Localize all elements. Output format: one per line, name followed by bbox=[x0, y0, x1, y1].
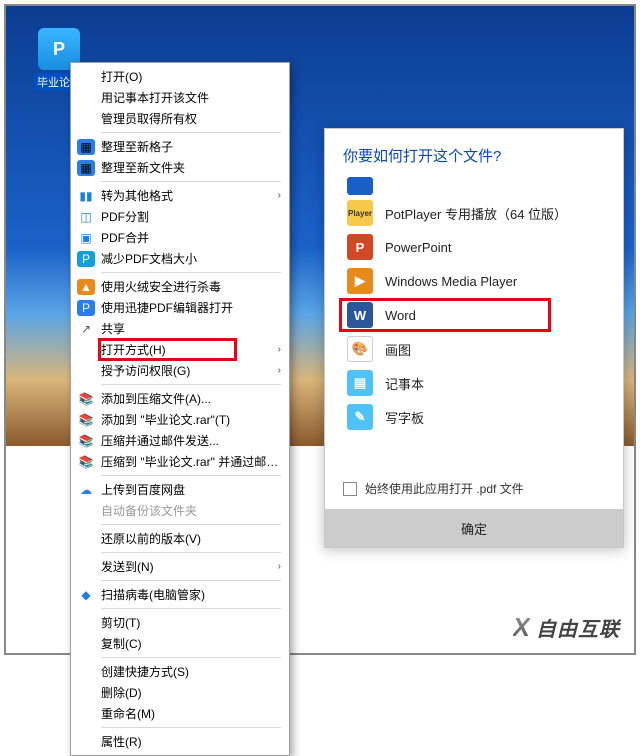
watermark-x-icon: X bbox=[513, 612, 530, 643]
open-with-app-list: Player PotPlayer 专用播放（64 位版） P PowerPoin… bbox=[325, 176, 623, 472]
paint-icon: 🎨 bbox=[347, 336, 373, 362]
grid-icon: ▦ bbox=[77, 139, 95, 155]
winrar-icon: 📚 bbox=[77, 412, 95, 428]
submenu-arrow-icon: › bbox=[278, 190, 281, 201]
context-menu: 打开(O) 用记事本打开该文件 管理员取得所有权 ▦整理至新格子 ▦整理至新文件… bbox=[70, 62, 290, 756]
submenu-arrow-icon: › bbox=[278, 344, 281, 355]
ctx-add-archive[interactable]: 📚添加到压缩文件(A)... bbox=[71, 388, 289, 409]
app-icon bbox=[347, 177, 373, 195]
watermark-text: 自由互联 bbox=[536, 613, 620, 642]
submenu-arrow-icon: › bbox=[278, 561, 281, 572]
potplayer-icon: Player bbox=[347, 200, 373, 226]
ctx-open-with[interactable]: 打开方式(H) › bbox=[71, 339, 289, 360]
ctx-convert[interactable]: ▮▮转为其他格式› bbox=[71, 185, 289, 206]
wordpad-icon: ✎ bbox=[347, 404, 373, 430]
watermark: X 自由互联 bbox=[513, 612, 620, 643]
ctx-organize-grid[interactable]: ▦整理至新格子 bbox=[71, 136, 289, 157]
merge-icon: ▣ bbox=[77, 230, 95, 246]
ctx-rename[interactable]: 重命名(M) bbox=[71, 703, 289, 724]
powerpoint-icon: P bbox=[347, 234, 373, 260]
folder-icon: ▦ bbox=[77, 160, 95, 176]
open-with-app-wmp[interactable]: ▶ Windows Media Player bbox=[343, 264, 611, 298]
open-with-app-word[interactable]: W Word bbox=[343, 298, 611, 332]
winrar-icon: 📚 bbox=[77, 454, 95, 470]
ctx-compress-email[interactable]: 📚压缩并通过邮件发送... bbox=[71, 430, 289, 451]
open-with-dialog: 你要如何打开这个文件? Player PotPlayer 专用播放（64 位版）… bbox=[324, 128, 624, 548]
ctx-xunjie[interactable]: P使用迅捷PDF编辑器打开 bbox=[71, 297, 289, 318]
ctx-send-to[interactable]: 发送到(N)› bbox=[71, 556, 289, 577]
open-with-app-potplayer[interactable]: Player PotPlayer 专用播放（64 位版） bbox=[343, 196, 611, 230]
ctx-add-to-rar[interactable]: 📚添加到 "毕业论文.rar"(T) bbox=[71, 409, 289, 430]
ctx-open[interactable]: 打开(O) bbox=[71, 66, 289, 87]
share-icon: ↗ bbox=[77, 321, 95, 337]
huorong-icon: ▲ bbox=[77, 279, 95, 295]
submenu-arrow-icon: › bbox=[278, 365, 281, 376]
winrar-icon: 📚 bbox=[77, 391, 95, 407]
ctx-upload-baidu[interactable]: ☁上传到百度网盘 bbox=[71, 479, 289, 500]
word-icon: W bbox=[347, 302, 373, 328]
tencent-guard-icon: ◆ bbox=[77, 587, 95, 603]
ctx-properties[interactable]: 属性(R) bbox=[71, 731, 289, 752]
ctx-admin[interactable]: 管理员取得所有权 bbox=[71, 108, 289, 129]
blank-icon bbox=[77, 69, 95, 85]
ctx-cut[interactable]: 剪切(T) bbox=[71, 612, 289, 633]
separator bbox=[101, 132, 281, 133]
open-with-app-partial[interactable] bbox=[343, 176, 611, 196]
shrink-icon: P bbox=[77, 251, 95, 267]
ctx-organize-folder[interactable]: ▦整理至新文件夹 bbox=[71, 157, 289, 178]
ctx-pdf-shrink[interactable]: P减少PDF文档大小 bbox=[71, 248, 289, 269]
ctx-copy[interactable]: 复制(C) bbox=[71, 633, 289, 654]
open-with-app-wordpad[interactable]: ✎ 写字板 bbox=[343, 400, 611, 434]
always-use-row[interactable]: 始终使用此应用打开 .pdf 文件 bbox=[325, 472, 623, 509]
ctx-huorong[interactable]: ▲使用火绒安全进行杀毒 bbox=[71, 276, 289, 297]
open-with-app-paint[interactable]: 🎨 画图 bbox=[343, 332, 611, 366]
always-use-checkbox[interactable] bbox=[343, 482, 357, 496]
split-icon: ◫ bbox=[77, 209, 95, 225]
ok-button[interactable]: 确定 bbox=[325, 509, 623, 547]
ctx-compress-rar-email[interactable]: 📚压缩到 "毕业论文.rar" 并通过邮件发送 bbox=[71, 451, 289, 472]
ctx-grant-access[interactable]: 授予访问权限(G)› bbox=[71, 360, 289, 381]
ctx-open-notepad[interactable]: 用记事本打开该文件 bbox=[71, 87, 289, 108]
open-with-app-powerpoint[interactable]: P PowerPoint bbox=[343, 230, 611, 264]
ctx-pdf-split[interactable]: ◫PDF分割 bbox=[71, 206, 289, 227]
ctx-scan-virus[interactable]: ◆扫描病毒(电脑管家) bbox=[71, 584, 289, 605]
ctx-restore-prev[interactable]: 还原以前的版本(V) bbox=[71, 528, 289, 549]
open-with-title: 你要如何打开这个文件? bbox=[325, 129, 623, 176]
always-use-label: 始终使用此应用打开 .pdf 文件 bbox=[365, 480, 524, 497]
ctx-share[interactable]: ↗共享 bbox=[71, 318, 289, 339]
open-with-app-notepad[interactable]: ▤ 记事本 bbox=[343, 366, 611, 400]
winrar-icon: 📚 bbox=[77, 433, 95, 449]
ctx-pdf-merge[interactable]: ▣PDF合并 bbox=[71, 227, 289, 248]
baidu-icon: ☁ bbox=[77, 482, 95, 498]
ctx-shortcut[interactable]: 创建快捷方式(S) bbox=[71, 661, 289, 682]
convert-icon: ▮▮ bbox=[77, 188, 95, 204]
wmp-icon: ▶ bbox=[347, 268, 373, 294]
ctx-delete[interactable]: 删除(D) bbox=[71, 682, 289, 703]
xunjie-icon: P bbox=[77, 300, 95, 316]
notepad-icon: ▤ bbox=[347, 370, 373, 396]
ctx-auto-backup: 自动备份该文件夹 bbox=[71, 500, 289, 521]
